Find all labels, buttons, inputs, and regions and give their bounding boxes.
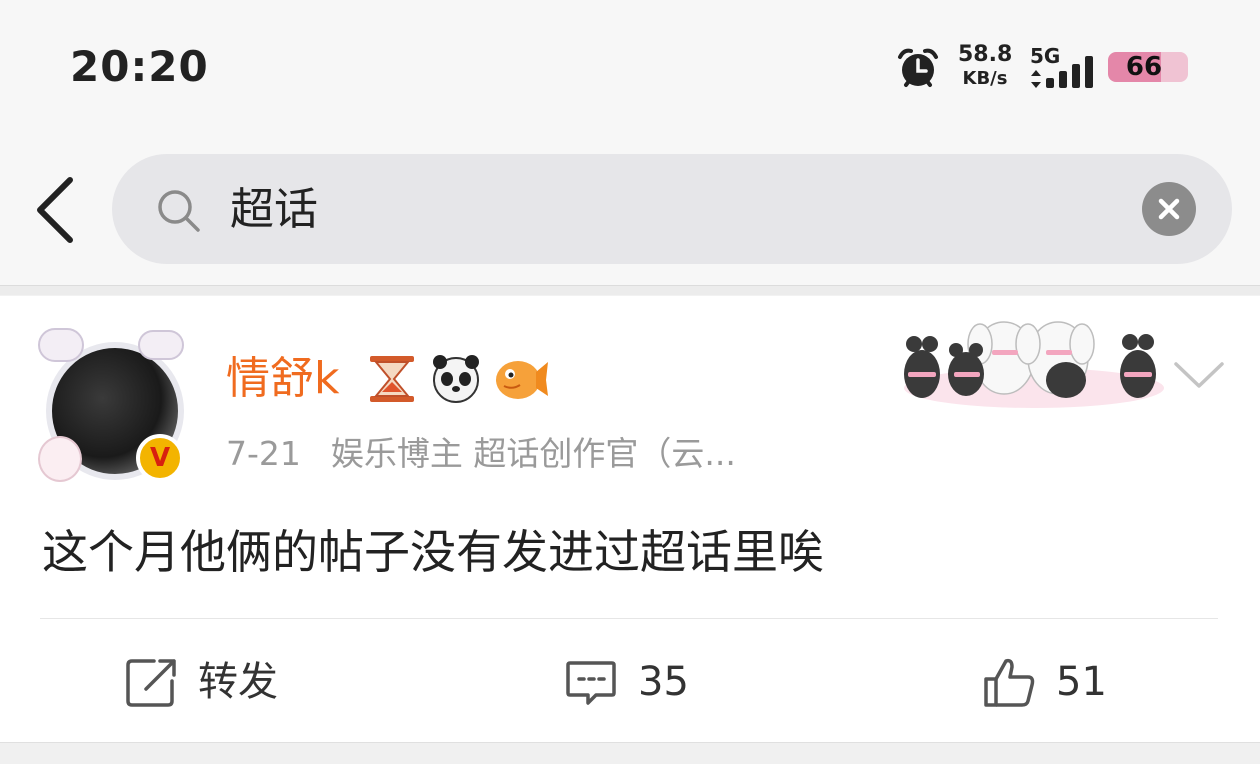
post-meta: 7-21 娱乐博主 超话创作官（云... <box>226 434 736 474</box>
section-divider <box>0 285 1260 295</box>
battery-percent: 66 <box>1125 52 1163 82</box>
username[interactable]: 情舒k <box>226 354 339 404</box>
verified-badge: V <box>136 434 184 482</box>
fish-icon <box>496 361 548 399</box>
post-card[interactable]: V 情舒k 7-21 娱乐博主 超话创作官（云... 这个月他俩的帖子没有发进过… <box>0 296 1260 742</box>
card-divider <box>40 618 1218 619</box>
clear-search-button[interactable] <box>1142 182 1196 236</box>
chevron-down-icon[interactable] <box>1172 358 1226 392</box>
comment-icon <box>566 661 616 705</box>
repost-label: 转发 <box>198 659 278 705</box>
avatar[interactable]: V <box>38 328 188 488</box>
user-badges <box>370 355 548 403</box>
panda-icon <box>433 355 479 403</box>
post-date: 7-21 <box>226 434 301 473</box>
repost-button[interactable]: 转发 <box>124 652 278 712</box>
signal-bars-icon <box>1046 56 1094 88</box>
network-speed-value: 58.8 <box>958 42 1013 67</box>
search-query[interactable]: 超话 <box>230 182 318 238</box>
post-text[interactable]: 这个月他俩的帖子没有发进过超话里唉 <box>42 524 824 580</box>
data-arrows-icon <box>1031 70 1041 88</box>
repost-icon <box>126 659 176 707</box>
signal-indicator: 5G <box>1028 44 1098 90</box>
clear-icon <box>1158 198 1180 220</box>
search-header: 超话 <box>0 130 1260 285</box>
network-speed-unit: KB/s <box>962 68 1008 89</box>
like-count: 51 <box>1056 659 1107 705</box>
like-button[interactable]: 51 <box>982 652 1107 712</box>
comment-button[interactable]: 35 <box>564 652 689 712</box>
bottom-divider <box>0 742 1260 764</box>
hourglass-icon <box>370 356 414 402</box>
verified-badge-letter: V <box>149 443 171 473</box>
bunny-decoration-icon <box>38 436 82 482</box>
search-icon <box>158 190 200 232</box>
search-input[interactable]: 超话 <box>112 154 1232 264</box>
network-speed: 58.8 KB/s <box>958 44 1012 88</box>
user-description: 娱乐博主 超话创作官（云... <box>330 434 736 473</box>
battery-icon: 66 <box>1108 52 1188 82</box>
cloud-decoration-icon <box>38 328 84 362</box>
status-bar: 20:20 58.8 KB/s 5G 66 <box>0 0 1260 130</box>
back-arrow-icon[interactable] <box>30 174 80 246</box>
comment-count: 35 <box>638 659 689 705</box>
cloud-decoration-icon <box>138 330 184 360</box>
thumbs-up-icon <box>984 658 1035 707</box>
bear-sticker-decoration <box>904 321 1164 408</box>
alarm-clock-icon <box>898 48 938 87</box>
status-time: 20:20 <box>70 42 209 91</box>
